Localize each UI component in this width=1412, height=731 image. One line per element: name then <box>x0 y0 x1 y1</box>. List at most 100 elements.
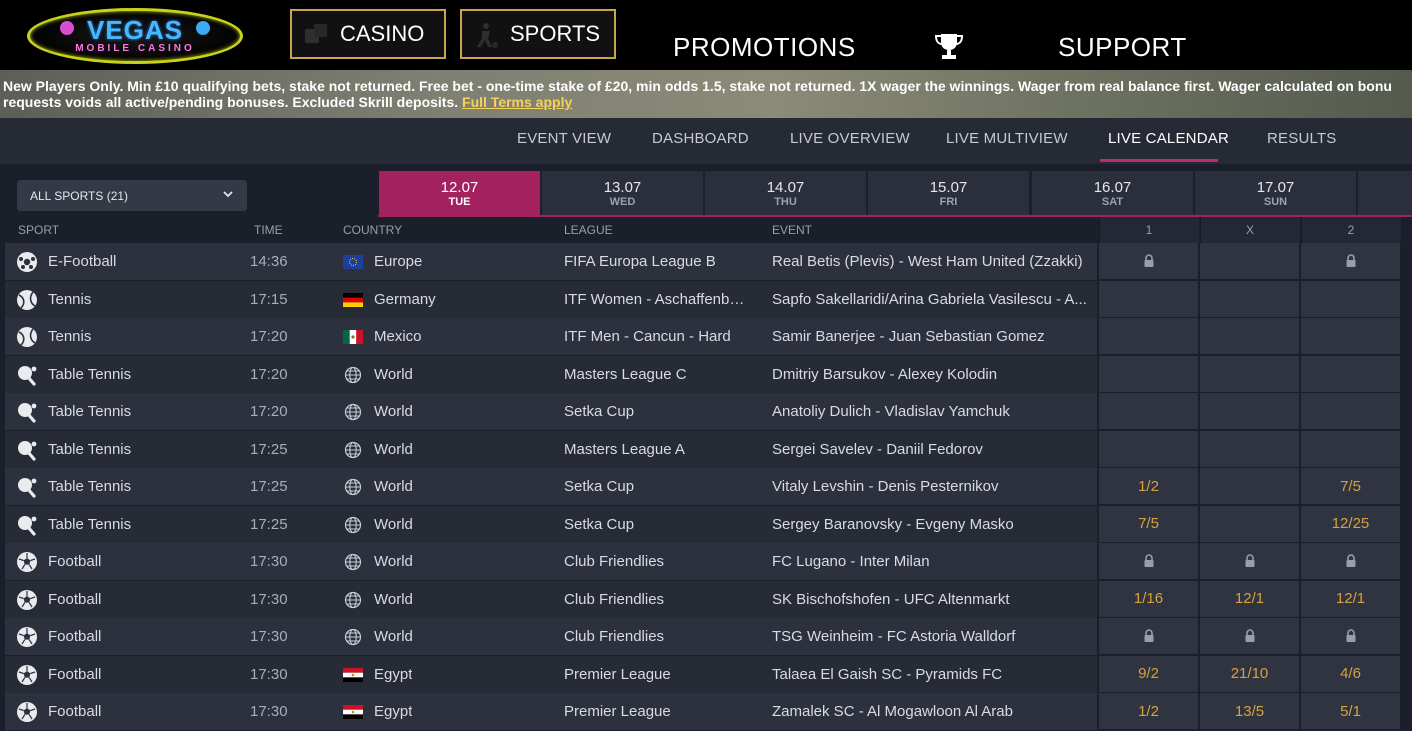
event-row-main[interactable]: Table Tennis 17:20 World Setka Cup Anato… <box>5 393 1097 430</box>
odds-home[interactable] <box>1099 318 1198 354</box>
odds-away[interactable]: 7/5 <box>1301 468 1400 504</box>
full-terms-link[interactable]: Full Terms apply <box>462 94 572 110</box>
promotions-nav-link[interactable]: PROMOTIONS <box>673 32 856 63</box>
odds-draw[interactable]: 12/1 <box>1200 580 1299 617</box>
tab-live-multiview[interactable]: LIVE MULTIVIEW <box>946 130 1068 147</box>
odds-home[interactable] <box>1099 280 1198 317</box>
event-row[interactable]: Football 17:30 Egypt Premier League Zama… <box>5 693 1412 731</box>
event-row-main[interactable]: Football 17:30 Egypt Premier League Tala… <box>5 655 1097 693</box>
odds-draw[interactable] <box>1200 243 1299 279</box>
odds-home[interactable] <box>1099 355 1198 392</box>
odds-home[interactable] <box>1099 243 1198 279</box>
odds-draw[interactable] <box>1200 318 1299 354</box>
tab-event-view[interactable]: EVENT VIEW <box>517 130 611 147</box>
event-row[interactable]: Football 17:30 World Club Friendlies FC … <box>5 543 1412 581</box>
event-row[interactable]: Table Tennis 17:25 World Setka Cup Serge… <box>5 505 1412 544</box>
event-row-main[interactable]: Football 17:30 World Club Friendlies TSG… <box>5 618 1097 655</box>
event-name[interactable]: Vitaly Levshin - Denis Pesternikov <box>772 478 1088 495</box>
odds-home[interactable]: 1/2 <box>1099 693 1198 729</box>
odds-away[interactable]: 5/1 <box>1301 693 1400 729</box>
tab-live-calendar[interactable]: LIVE CALENDAR <box>1108 130 1229 147</box>
odds-draw[interactable] <box>1200 280 1299 317</box>
odds-away[interactable] <box>1301 280 1400 317</box>
date-tab-overflow[interactable] <box>1358 171 1412 216</box>
trophy-icon[interactable] <box>933 32 965 60</box>
odds-home[interactable]: 1/2 <box>1099 468 1198 504</box>
event-name[interactable]: Sergey Baranovsky - Evgeny Masko <box>772 516 1088 533</box>
casino-nav-button[interactable]: CASINO <box>290 9 446 59</box>
date-tab[interactable]: 17.07 SUN <box>1195 171 1356 216</box>
event-row[interactable]: Table Tennis 17:20 World Masters League … <box>5 355 1412 394</box>
odds-draw[interactable] <box>1200 543 1299 579</box>
odds-draw[interactable]: 21/10 <box>1200 655 1299 692</box>
event-row-main[interactable]: Tennis 17:15 Germany ITF Women - Aschaff… <box>5 280 1097 318</box>
date-tab[interactable]: 16.07 SAT <box>1032 171 1193 216</box>
event-row[interactable]: Tennis 17:15 Germany ITF Women - Aschaff… <box>5 280 1412 319</box>
event-row-main[interactable]: E-Football 14:36 Europe FIFA Europa Leag… <box>5 243 1097 280</box>
odds-away[interactable] <box>1301 355 1400 392</box>
event-name[interactable]: Sapfo Sakellaridi/Arina Gabriela Vasiles… <box>772 291 1088 308</box>
event-row-main[interactable]: Table Tennis 17:25 World Setka Cup Serge… <box>5 505 1097 543</box>
odds-away[interactable]: 4/6 <box>1301 655 1400 692</box>
event-name[interactable]: SK Bischofshofen - UFC Altenmarkt <box>772 591 1088 608</box>
event-row[interactable]: Table Tennis 17:25 World Setka Cup Vital… <box>5 468 1412 506</box>
event-row[interactable]: Table Tennis 17:25 World Masters League … <box>5 430 1412 469</box>
odds-draw[interactable] <box>1200 468 1299 504</box>
event-row[interactable]: Football 17:30 Egypt Premier League Tala… <box>5 655 1412 694</box>
odds-away[interactable] <box>1301 430 1400 467</box>
odds-draw[interactable] <box>1200 393 1299 429</box>
event-row-main[interactable]: Football 17:30 World Club Friendlies SK … <box>5 580 1097 618</box>
table-tennis-icon <box>18 478 37 498</box>
event-name[interactable]: Real Betis (Plevis) - West Ham United (Z… <box>772 253 1088 270</box>
odds-home[interactable]: 1/16 <box>1099 580 1198 617</box>
odds-home[interactable]: 9/2 <box>1099 655 1198 692</box>
event-row-main[interactable]: Tennis 17:20 Mexico ITF Men - Cancun - H… <box>5 318 1097 355</box>
odds-home[interactable] <box>1099 618 1198 654</box>
event-name[interactable]: Talaea El Gaish SC - Pyramids FC <box>772 666 1088 683</box>
event-name[interactable]: TSG Weinheim - FC Astoria Walldorf <box>772 628 1088 645</box>
event-name[interactable]: FC Lugano - Inter Milan <box>772 553 1088 570</box>
event-name[interactable]: Dmitriy Barsukov - Alexey Kolodin <box>772 366 1088 383</box>
event-row-main[interactable]: Table Tennis 17:25 World Setka Cup Vital… <box>5 468 1097 505</box>
tab-live-overview[interactable]: LIVE OVERVIEW <box>790 130 910 147</box>
date-tab[interactable]: 15.07 FRI <box>868 171 1029 216</box>
site-logo[interactable]: VEGAS MOBILE CASINO <box>27 8 243 64</box>
odds-draw[interactable] <box>1200 430 1299 467</box>
date-tab[interactable]: 14.07 THU <box>705 171 866 216</box>
date-tab[interactable]: 13.07 WED <box>542 171 703 216</box>
odds-away[interactable]: 12/25 <box>1301 505 1400 542</box>
odds-away[interactable] <box>1301 618 1400 654</box>
event-row-main[interactable]: Football 17:30 Egypt Premier League Zama… <box>5 693 1097 730</box>
odds-away[interactable] <box>1301 318 1400 354</box>
event-row-main[interactable]: Table Tennis 17:20 World Masters League … <box>5 355 1097 393</box>
odds-away[interactable]: 12/1 <box>1301 580 1400 617</box>
event-name[interactable]: Zamalek SC - Al Mogawloon Al Arab <box>772 703 1088 720</box>
event-name[interactable]: Samir Banerjee - Juan Sebastian Gomez <box>772 328 1088 345</box>
support-nav-link[interactable]: SUPPORT <box>1058 32 1187 63</box>
event-row[interactable]: Tennis 17:20 Mexico ITF Men - Cancun - H… <box>5 318 1412 356</box>
event-row[interactable]: Football 17:30 World Club Friendlies TSG… <box>5 618 1412 656</box>
event-row[interactable]: Table Tennis 17:20 World Setka Cup Anato… <box>5 393 1412 431</box>
event-row[interactable]: Football 17:30 World Club Friendlies SK … <box>5 580 1412 619</box>
event-row-main[interactable]: Football 17:30 World Club Friendlies FC … <box>5 543 1097 580</box>
event-row-main[interactable]: Table Tennis 17:25 World Masters League … <box>5 430 1097 468</box>
odds-away[interactable] <box>1301 543 1400 579</box>
odds-home[interactable] <box>1099 393 1198 429</box>
tab-dashboard[interactable]: DASHBOARD <box>652 130 749 147</box>
odds-away[interactable] <box>1301 393 1400 429</box>
odds-draw[interactable] <box>1200 355 1299 392</box>
sports-nav-button[interactable]: SPORTS <box>460 9 616 59</box>
event-row[interactable]: E-Football 14:36 Europe FIFA Europa Leag… <box>5 243 1412 281</box>
odds-home[interactable]: 7/5 <box>1099 505 1198 542</box>
event-name[interactable]: Sergei Savelev - Daniil Fedorov <box>772 441 1088 458</box>
odds-draw[interactable] <box>1200 618 1299 654</box>
event-name[interactable]: Anatoliy Dulich - Vladislav Yamchuk <box>772 403 1088 420</box>
odds-draw[interactable] <box>1200 505 1299 542</box>
odds-home[interactable] <box>1099 543 1198 579</box>
tab-results[interactable]: RESULTS <box>1267 130 1336 147</box>
odds-draw[interactable]: 13/5 <box>1200 693 1299 729</box>
date-tab[interactable]: 12.07 TUE <box>379 171 540 216</box>
odds-away[interactable] <box>1301 243 1400 279</box>
sports-filter-dropdown[interactable]: ALL SPORTS (21) <box>17 180 247 211</box>
odds-home[interactable] <box>1099 430 1198 467</box>
